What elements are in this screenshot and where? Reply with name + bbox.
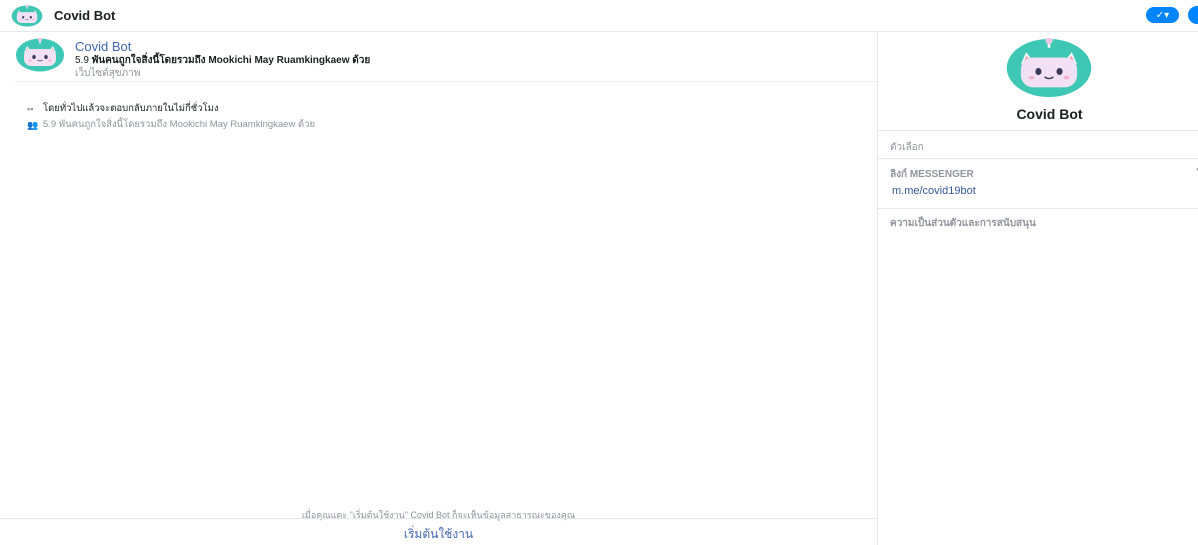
bot-avatar-large (1006, 38, 1092, 98)
bot-avatar[interactable] (15, 38, 65, 74)
privacy-label: ความเป็นส่วนตัวและการสนับสนุน (890, 218, 1036, 229)
privacy-section[interactable]: ความเป็นส่วนตัวและการสนับสนุน (878, 208, 1198, 238)
start-bar: เริ่มต้นใช้งาน (0, 518, 877, 545)
get-started-button[interactable]: เริ่มต้นใช้งาน (0, 525, 877, 544)
info-sidebar: Covid Bot ตัวเลือก ลิงก์ MESSENGER ▼ m.m… (877, 32, 1198, 545)
options-label: ตัวเลือก (890, 142, 924, 153)
response-time-row: ▪▪ โดยทั่วไปแล้วจะตอบกลับภายในไม่กี่ชั่ว… (27, 101, 219, 116)
messenger-link-label: ลิงก์ MESSENGER (890, 169, 974, 180)
likes-count: 5.9 (75, 55, 89, 66)
messenger-link[interactable]: m.me/covid19bot (892, 185, 976, 197)
likes-detail-row: 👥 5.9 พันคนถูกใจสิ่งนี้โดยรวมถึง Mookich… (27, 117, 315, 132)
top-bar: Covid Bot ✓▾ (0, 0, 1198, 32)
page-title: Covid Bot (54, 8, 116, 23)
sidebar-bot-name: Covid Bot (1016, 106, 1083, 122)
profile-button[interactable] (1188, 6, 1198, 24)
bot-header: Covid Bot 5.9 พันคนถูกใจสิ่งนี้โดยรวมถึง… (15, 38, 877, 82)
likes-text: พันคนถูกใจสิ่งนี้โดยรวมถึง Mookichi May … (91, 55, 371, 66)
check-icon: ✓▾ (1155, 9, 1170, 21)
options-section[interactable]: ตัวเลือก (878, 130, 1198, 158)
messenger-link-section: ลิงก์ MESSENGER ▼ m.me/covid19bot (878, 158, 1198, 208)
bot-avatar[interactable] (11, 3, 43, 29)
people-icon: 👥 (27, 119, 39, 130)
chat-pane: Covid Bot 5.9 พันคนถูกใจสิ่งนี้โดยรวมถึง… (0, 32, 877, 545)
check-dropdown-button[interactable]: ✓▾ (1146, 7, 1179, 23)
response-time-text: โดยทั่วไปแล้วจะตอบกลับภายในไม่กี่ชั่วโมง (43, 103, 219, 114)
likes-detail-text: 5.9 พันคนถูกใจสิ่งนี้โดยรวมถึง Mookichi … (43, 119, 316, 130)
chat-bubble-icon: ▪▪ (27, 103, 34, 114)
page-category: เว็บไซต์สุขภาพ (75, 68, 141, 79)
bot-name-link[interactable]: Covid Bot (75, 39, 131, 54)
